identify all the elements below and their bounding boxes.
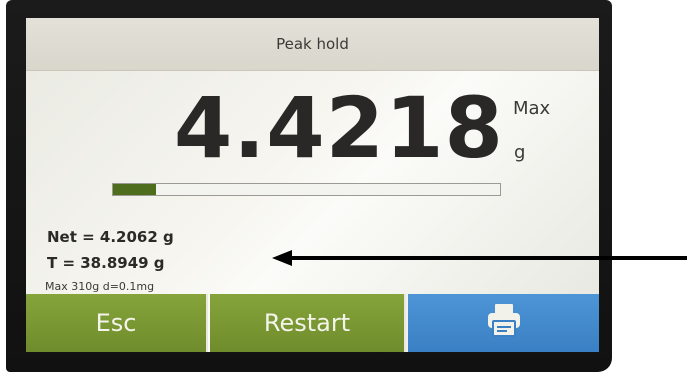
photo-frame: Peak hold 4.4218 Max g Net = 4.2062 g T …	[0, 0, 687, 377]
printer-icon	[484, 300, 524, 346]
mode-label: Max	[513, 98, 551, 119]
restart-button[interactable]: Restart	[210, 294, 406, 352]
screen-title: Peak hold	[276, 35, 349, 53]
annotation-arrow-line	[288, 256, 687, 260]
button-row: Esc Restart	[26, 294, 599, 352]
weight-readout: 4.4218	[173, 79, 504, 177]
annotation-arrow-head	[272, 250, 292, 266]
balance-screen: Peak hold 4.4218 Max g Net = 4.2062 g T …	[26, 18, 599, 352]
esc-button-label: Esc	[95, 309, 137, 337]
tare-weight-text: T = 38.8949 g	[47, 254, 165, 272]
capacity-bar-fill	[113, 184, 156, 195]
print-button[interactable]	[408, 294, 599, 352]
restart-button-label: Restart	[263, 309, 351, 337]
capacity-bar	[112, 183, 501, 196]
title-bar: Peak hold	[26, 18, 599, 71]
net-weight-text: Net = 4.2062 g	[47, 228, 174, 246]
esc-button[interactable]: Esc	[26, 294, 208, 352]
unit-label: g	[514, 142, 526, 163]
balance-spec-text: Max 310g d=0.1mg	[45, 280, 155, 293]
